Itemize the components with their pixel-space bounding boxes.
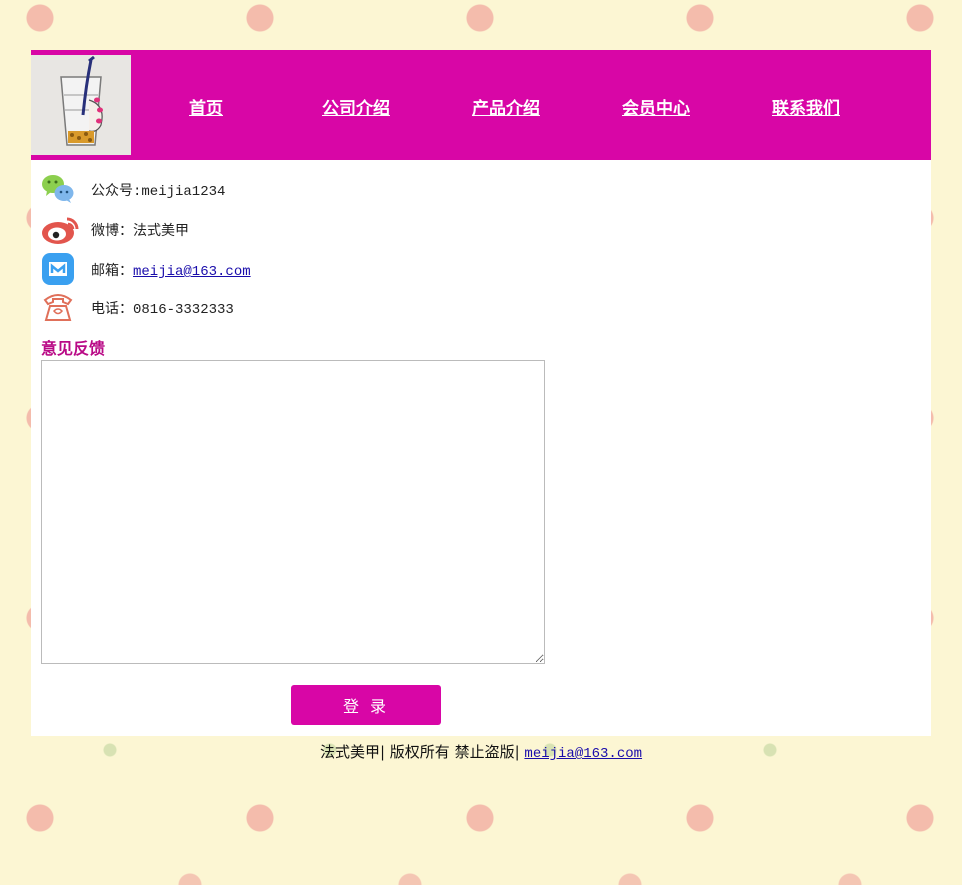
mail-app-icon (41, 252, 75, 286)
email-label: 邮箱： (91, 264, 133, 280)
login-button[interactable]: 登 录 (291, 685, 441, 725)
footer-separator: | (379, 743, 386, 761)
footer-separator: | (514, 743, 520, 761)
footer-copyright: 版权所有 禁止盗版 (389, 743, 515, 761)
nav-home-link[interactable]: 首页 (151, 94, 261, 119)
footer: 法式美甲| 版权所有 禁止盗版| meijia@163.com (0, 741, 962, 762)
email-text: 邮箱：meijia@163.com (91, 260, 251, 280)
header-bar: 首页 公司介绍 产品介绍 会员中心 联系我们 (31, 50, 931, 160)
nav-contact-link[interactable]: 联系我们 (751, 94, 861, 119)
email-link[interactable]: meijia@163.com (133, 264, 251, 280)
nav-company-link[interactable]: 公司介绍 (301, 94, 411, 119)
nav-members-link[interactable]: 会员中心 (601, 94, 711, 119)
main-container: 首页 公司介绍 产品介绍 会员中心 联系我们 公众号:meijia1234 微博… (31, 50, 931, 736)
footer-email-link[interactable]: meijia@163.com (524, 746, 642, 762)
phone-text: 电话：0816-3332333 (91, 302, 234, 318)
weibo-account-text: 微博：法式美甲 (91, 224, 189, 240)
footer-brand: 法式美甲 (319, 743, 380, 761)
logo-image (31, 55, 131, 155)
nav-products-link[interactable]: 产品介绍 (451, 94, 561, 119)
wechat-account-text: 公众号:meijia1234 (91, 184, 226, 200)
feedback-textarea[interactable] (41, 360, 545, 664)
telephone-icon (41, 290, 75, 324)
wechat-icon (41, 172, 75, 206)
feedback-title: 意见反馈 (41, 339, 106, 358)
weibo-icon (41, 212, 79, 246)
